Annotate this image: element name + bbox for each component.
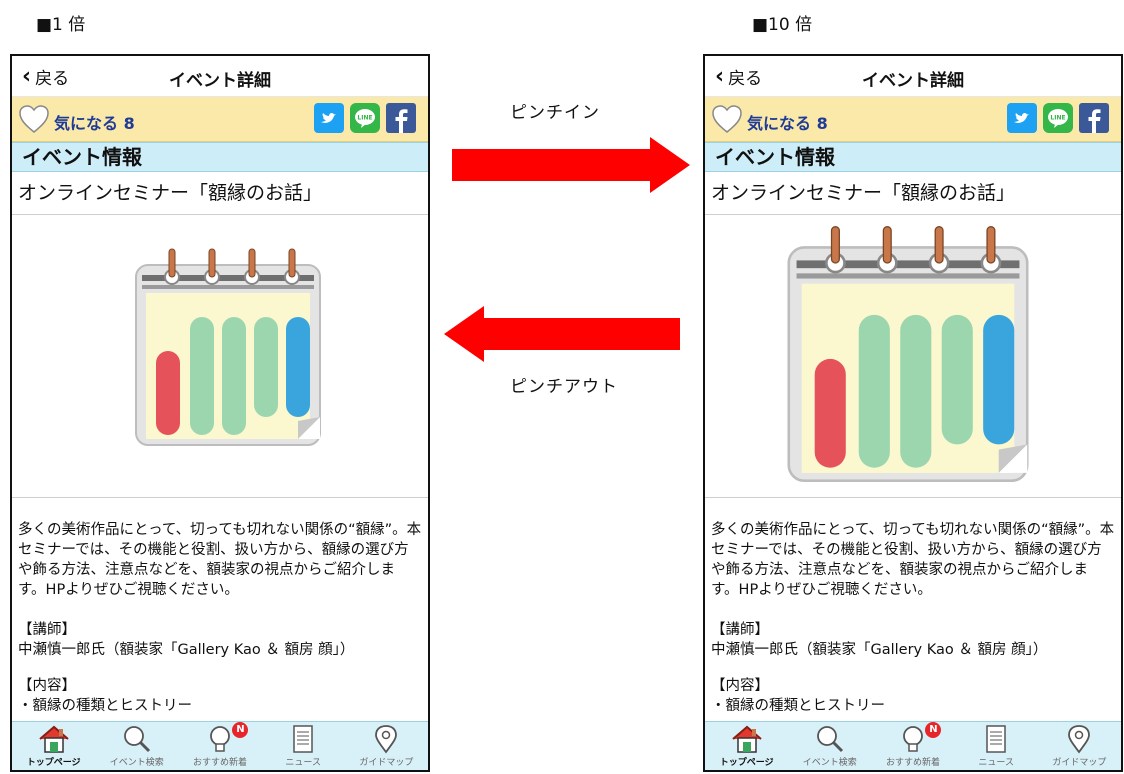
event-description-block: 多くの美術作品にとって、切っても切れない関係の“額縁”。本セミナーでは、その機能… — [705, 498, 1121, 716]
event-title: オンラインセミナー「額縁のお話」 — [705, 172, 1121, 215]
event-description-block: 多くの美術作品にとって、切っても切れない関係の“額縁”。本セミナーでは、その機能… — [12, 498, 428, 716]
favorite-bar: 気になる 8 LINE — [12, 97, 428, 142]
tab-label: イベント検索 — [802, 758, 857, 768]
tab-label: ニュース — [978, 758, 1014, 768]
line-icon[interactable]: LINE — [1043, 103, 1073, 133]
event-image — [12, 215, 428, 498]
lecturer-name: 中瀬慎一郎氏（額装家「Gallery Kao ＆ 額房 顔」） — [711, 642, 1048, 658]
calendar-chart-icon — [787, 226, 1029, 482]
tab-bar: トップページ イベント検索 N おすすめ新着 ニュース ガイドマップ — [705, 721, 1121, 770]
tab-label: ガイドマップ — [1052, 758, 1107, 768]
caption-10x: ■10 倍 — [752, 15, 813, 35]
event-title: オンラインセミナー「額縁のお話」 — [12, 172, 428, 215]
home-icon — [38, 725, 69, 753]
event-image — [705, 215, 1121, 498]
lecturer-heading: 【講師】 — [711, 622, 769, 638]
content-item: ・額縁の種類とヒストリー — [711, 698, 885, 714]
arrow-right-icon — [452, 137, 690, 193]
tab-label: トップページ — [26, 758, 81, 768]
page-title: イベント詳細 — [862, 71, 964, 91]
tab-recommended[interactable]: N おすすめ新着 — [178, 722, 261, 770]
tab-label: ニュース — [285, 758, 321, 768]
tab-top-page[interactable]: トップページ — [12, 722, 95, 770]
phone-screen-1x: ‹ 戻る イベント詳細 気になる 8 LINE イベント情報 オンラインセミナー… — [10, 54, 430, 772]
tab-event-search[interactable]: イベント検索 — [95, 722, 178, 770]
content-heading: 【内容】 — [18, 678, 76, 694]
calendar-chart-icon — [135, 248, 321, 446]
new-badge: N — [925, 722, 942, 738]
section-header: イベント情報 — [705, 142, 1121, 172]
magnifier-icon — [816, 726, 843, 753]
line-icon[interactable]: LINE — [350, 103, 380, 133]
phone-screen-10x: ‹ 戻る イベント詳細 気になる 8 LINE イベント情報 オンラインセミナー… — [703, 54, 1123, 772]
section-header: イベント情報 — [12, 142, 428, 172]
twitter-icon[interactable] — [1007, 103, 1037, 133]
event-description: 多くの美術作品にとって、切っても切れない関係の“額縁”。本セミナーでは、その機能… — [18, 522, 422, 598]
content-heading: 【内容】 — [711, 678, 769, 694]
nav-bar: ‹ 戻る イベント詳細 — [12, 56, 428, 97]
pinch-out-label: ピンチアウト — [510, 377, 618, 397]
tab-label: イベント検索 — [109, 758, 164, 768]
facebook-icon[interactable] — [1079, 103, 1109, 133]
tab-guide-map[interactable]: ガイドマップ — [345, 722, 428, 770]
pinch-in-label: ピンチイン — [510, 103, 600, 123]
favorite-count: 気になる 8 — [747, 114, 828, 133]
tab-recommended[interactable]: N おすすめ新着 — [871, 722, 954, 770]
tab-event-search[interactable]: イベント検索 — [788, 722, 871, 770]
tab-guide-map[interactable]: ガイドマップ — [1038, 722, 1121, 770]
twitter-icon[interactable] — [314, 103, 344, 133]
event-description: 多くの美術作品にとって、切っても切れない関係の“額縁”。本セミナーでは、その機能… — [711, 522, 1115, 598]
content-item: ・額縁の種類とヒストリー — [18, 698, 192, 714]
tab-label: おすすめ新着 — [886, 758, 941, 768]
heart-icon[interactable] — [18, 104, 50, 134]
share-buttons: LINE — [314, 103, 416, 133]
tab-label: ガイドマップ — [359, 758, 414, 768]
map-pin-icon — [1068, 725, 1091, 754]
tab-top-page[interactable]: トップページ — [705, 722, 788, 770]
arrow-left-icon — [444, 306, 680, 362]
favorite-count: 気になる 8 — [54, 114, 135, 133]
map-pin-icon — [375, 725, 398, 754]
svg-text:LINE: LINE — [357, 115, 372, 122]
favorite-bar: 気になる 8 LINE — [705, 97, 1121, 142]
svg-text:LINE: LINE — [1050, 115, 1065, 122]
tab-news[interactable]: ニュース — [955, 722, 1038, 770]
news-icon — [293, 725, 313, 753]
lecturer-name: 中瀬慎一郎氏（額装家「Gallery Kao ＆ 額房 顔」） — [18, 642, 355, 658]
lecturer-heading: 【講師】 — [18, 622, 76, 638]
magnifier-icon — [123, 726, 150, 753]
tab-bar: トップページ イベント検索 N おすすめ新着 ニュース ガイドマップ — [12, 721, 428, 770]
share-buttons: LINE — [1007, 103, 1109, 133]
news-icon — [986, 725, 1006, 753]
home-icon — [731, 725, 762, 753]
tab-label: おすすめ新着 — [193, 758, 248, 768]
heart-icon[interactable] — [711, 104, 743, 134]
nav-bar: ‹ 戻る イベント詳細 — [705, 56, 1121, 97]
tab-news[interactable]: ニュース — [262, 722, 345, 770]
facebook-icon[interactable] — [386, 103, 416, 133]
tab-label: トップページ — [719, 758, 774, 768]
page-title: イベント詳細 — [169, 71, 271, 91]
caption-1x: ■1 倍 — [36, 15, 86, 35]
new-badge: N — [232, 722, 249, 738]
